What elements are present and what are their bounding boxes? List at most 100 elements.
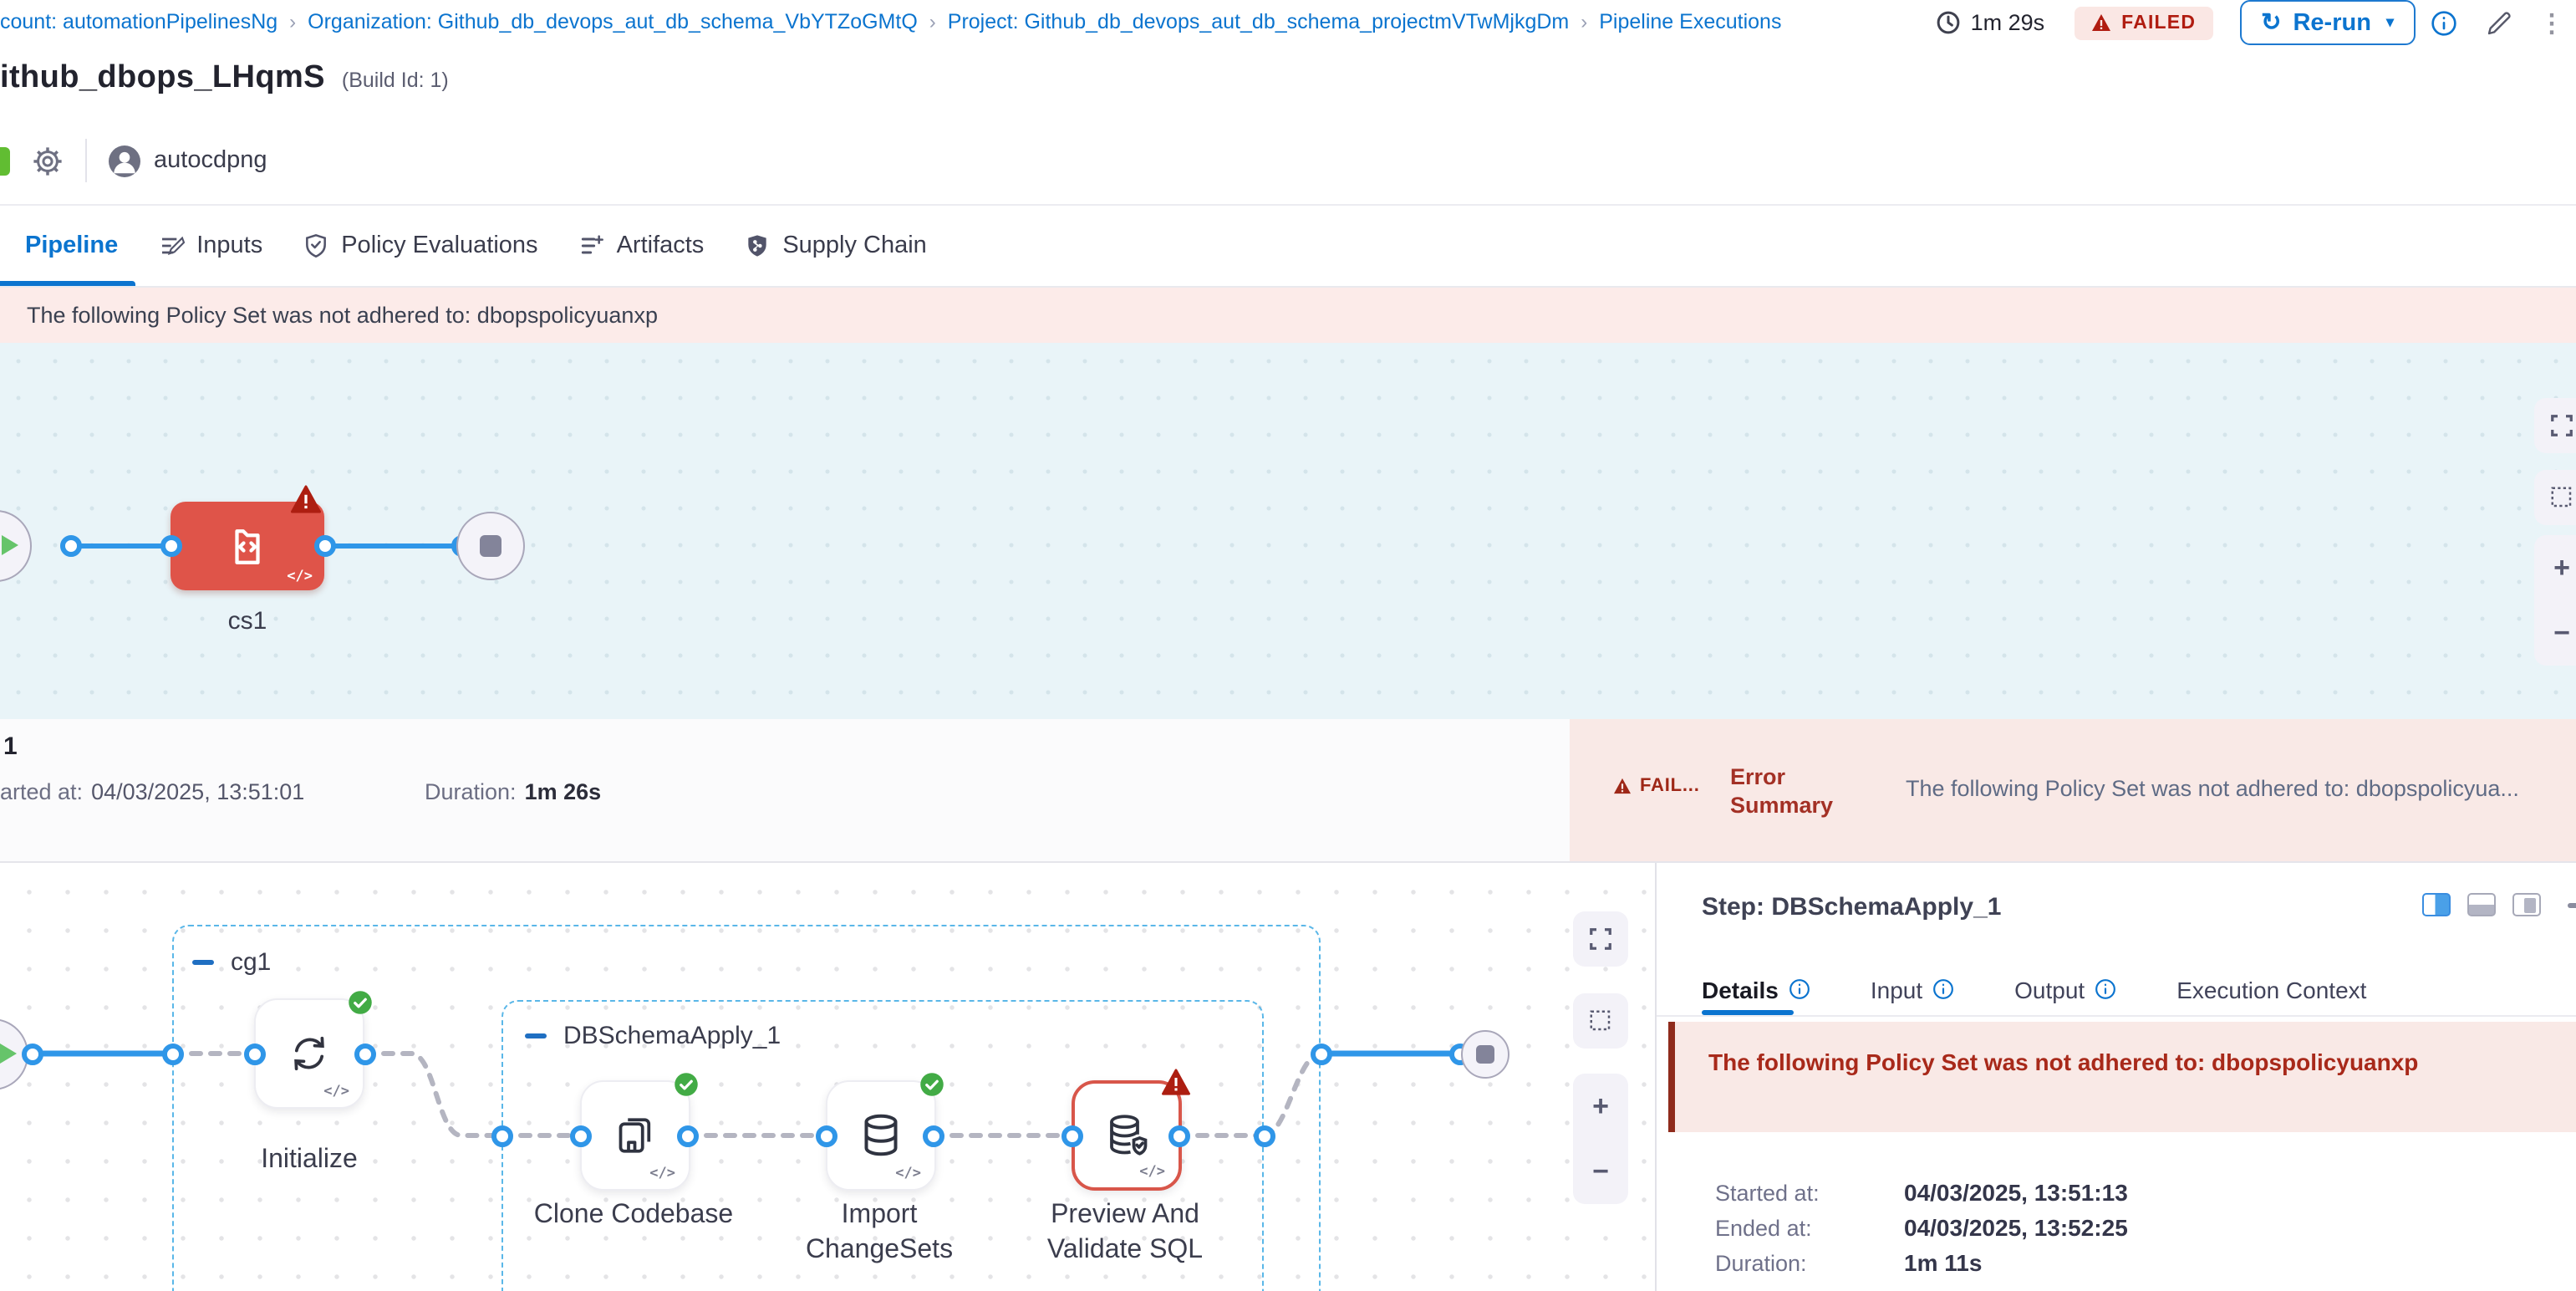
chevron-right-icon: › (929, 9, 936, 33)
step-label-clone-codebase: Clone Codebase (533, 1197, 734, 1232)
step-node-preview-validate-sql[interactable]: </> (1072, 1080, 1182, 1191)
stage-graph-canvas[interactable]: </> cs1 + − (0, 343, 2576, 719)
panel-layout-controls (2422, 893, 2576, 916)
layout-right-split-icon[interactable] (2422, 893, 2451, 916)
stage-node-cs1[interactable]: </> (171, 502, 324, 590)
inputs-icon (158, 232, 185, 259)
connector-port (569, 1125, 591, 1146)
panel-tab-label: Details (1702, 976, 1779, 1003)
tab-label: Pipeline (25, 232, 118, 259)
rerun-button-label: Re-run (2293, 9, 2370, 36)
flow-end-node (1460, 1029, 1509, 1078)
rerun-button[interactable]: ↻ Re-run ▾ (2239, 0, 2416, 45)
breadcrumb-organization[interactable]: Organization: Github_db_devops_aut_db_sc… (308, 9, 918, 33)
panel-tab-execution-context[interactable]: Execution Context (2176, 976, 2366, 1003)
connector-port (21, 1043, 43, 1064)
tab-policy-evaluations[interactable]: Policy Evaluations (303, 206, 537, 286)
marquee-select-button[interactable] (1573, 993, 1628, 1049)
zoom-controls: + − (1573, 1074, 1628, 1204)
zoom-in-button[interactable]: + (2534, 535, 2576, 600)
fullscreen-button[interactable] (2534, 398, 2576, 453)
detail-row-duration: Duration:1m 11s (1715, 1249, 1982, 1276)
stage-duration: Duration: 1m 26s (425, 779, 601, 804)
code-mark: </> (287, 569, 313, 585)
tab-label: Inputs (196, 232, 262, 259)
group-header-dbschemaapply[interactable]: DBSchemaApply_1 (525, 1022, 781, 1050)
tab-label: Policy Evaluations (341, 232, 537, 259)
step-node-import-changesets[interactable]: </> (826, 1080, 936, 1191)
tab-inputs[interactable]: Inputs (158, 206, 262, 286)
elapsed-time-value: 1m 29s (1971, 10, 2045, 35)
info-icon[interactable] (2431, 9, 2457, 36)
started-value: 04/03/2025, 13:51:01 (91, 779, 304, 804)
status-badge-label: FAILED (2121, 13, 2196, 33)
layout-floating-icon[interactable] (2512, 893, 2541, 916)
duration-label: Duration: (425, 779, 517, 804)
info-icon (2095, 978, 2116, 1000)
collapse-icon[interactable] (192, 960, 214, 966)
collapse-icon[interactable] (525, 1033, 547, 1039)
shield-check-icon (303, 232, 329, 259)
connector-port (354, 1043, 375, 1064)
database-check-icon (1102, 1110, 1152, 1161)
detail-value: 1m 11s (1904, 1249, 1982, 1276)
success-check-icon (674, 1072, 699, 1097)
marquee-select-button[interactable] (2534, 470, 2576, 525)
connector-port (815, 1125, 837, 1146)
step-details-panel: Step: DBSchemaApply_1 Details Input Outp… (1655, 863, 2576, 1291)
connector-port (160, 534, 181, 556)
chevron-right-icon: › (289, 9, 296, 33)
elapsed-time: 1m 29s (1936, 10, 2045, 35)
panel-tabs: Details Input Output Execution Context (1702, 967, 2366, 1012)
layout-bottom-split-icon[interactable] (2467, 893, 2496, 916)
zoom-out-button[interactable]: − (1573, 1139, 1628, 1204)
connector-port (1253, 1125, 1275, 1146)
breadcrumb-project[interactable]: Project: Github_db_devops_aut_db_schema_… (948, 9, 1569, 33)
panel-tab-input[interactable]: Input (1871, 976, 1954, 1003)
policy-banner: The following Policy Set was not adhered… (0, 288, 2576, 343)
panel-tab-output[interactable]: Output (2014, 976, 2116, 1003)
detail-label: Duration: (1715, 1251, 1904, 1276)
success-check-icon (348, 990, 373, 1015)
step-node-initialize[interactable]: </> (254, 998, 364, 1109)
policy-banner-message: The following Policy Set was not adhered… (27, 303, 658, 328)
step-node-clone-codebase[interactable]: </> (580, 1080, 690, 1191)
tab-artifacts[interactable]: Artifacts (578, 206, 705, 286)
duration-value: 1m 26s (525, 779, 602, 804)
zoom-controls: + − (2534, 535, 2576, 666)
warning-triangle-icon (1613, 778, 1632, 794)
detail-row-started: Started at:04/03/2025, 13:51:13 (1715, 1179, 2128, 1206)
breadcrumb: count: automationPipelinesNg › Organizat… (0, 0, 1781, 42)
chevron-down-icon: ▾ (2386, 13, 2394, 32)
panel-tab-details[interactable]: Details (1702, 976, 1810, 1003)
code-mark: </> (895, 1166, 921, 1182)
step-graph-canvas[interactable]: cg1 DBSchemaApply_1 </> </> (0, 863, 1655, 1291)
step-label-preview-validate-sql: Preview And Validate SQL (1025, 1197, 1225, 1268)
code-mark: </> (323, 1084, 349, 1100)
group-header-cg1[interactable]: cg1 (192, 948, 271, 977)
connector-port (1168, 1125, 1189, 1146)
zoom-out-button[interactable]: − (2534, 600, 2576, 666)
warning-triangle-icon (2091, 13, 2111, 32)
minimize-panel-icon[interactable] (2568, 902, 2576, 907)
kebab-menu-icon[interactable]: ⋮ (2539, 8, 2564, 38)
connector-port (1061, 1125, 1082, 1146)
connector-port (59, 534, 81, 556)
zoom-in-button[interactable]: + (1573, 1074, 1628, 1139)
tab-bar: Pipeline Inputs Policy Evaluations Artif… (0, 204, 2576, 288)
code-mark: </> (649, 1166, 675, 1182)
stop-icon (1475, 1044, 1494, 1063)
gear-icon[interactable] (32, 145, 64, 176)
breadcrumb-pipeline-executions[interactable]: Pipeline Executions (1599, 9, 1781, 33)
stop-icon (479, 534, 501, 556)
fullscreen-button[interactable] (1573, 911, 1628, 967)
warning-triangle-icon (1162, 1069, 1190, 1095)
fail-label: FAIL... (1640, 776, 1700, 796)
tab-supply-chain[interactable]: Supply Chain (744, 206, 927, 286)
breadcrumb-account[interactable]: count: automationPipelinesNg (0, 9, 277, 33)
connector-port (161, 1043, 183, 1064)
tab-pipeline[interactable]: Pipeline (0, 206, 118, 286)
edit-pencil-icon[interactable] (2486, 9, 2512, 36)
step-label-initialize: Initialize (209, 1142, 410, 1177)
tab-label: Artifacts (617, 232, 705, 259)
